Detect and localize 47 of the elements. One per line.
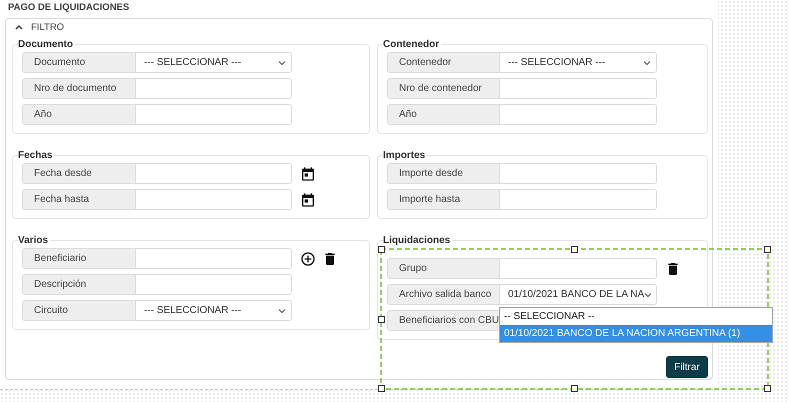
field-label: Descripción	[22, 274, 135, 295]
select-field[interactable]: --- SELECCIONAR ---	[499, 52, 657, 73]
field-label: Nro de documento	[22, 78, 135, 99]
select-field[interactable]: --- SELECCIONAR ---	[135, 300, 292, 321]
field-label: Fecha desde	[22, 163, 135, 184]
field-label: Archivo salida banco	[387, 284, 499, 305]
filter-button[interactable]: Filtrar	[666, 356, 708, 378]
field-label: Fecha hasta	[22, 189, 135, 210]
chevron-down-icon[interactable]	[278, 308, 286, 314]
section-title: Documento	[18, 39, 74, 50]
add-icon[interactable]	[300, 250, 316, 266]
section-title: Varios	[18, 235, 50, 246]
calendar-icon[interactable]	[300, 192, 316, 208]
field-label: Importe hasta	[387, 189, 499, 210]
input-field[interactable]	[499, 189, 657, 210]
field-label: Año	[387, 104, 499, 125]
input-field[interactable]	[499, 163, 657, 184]
field-label: Grupo	[387, 258, 499, 279]
input-field[interactable]	[135, 189, 292, 210]
field-label: Nro de contenedor	[387, 78, 499, 99]
field-label: Beneficiario	[22, 248, 135, 269]
field-label: Contenedor	[387, 52, 499, 73]
chevron-down-icon[interactable]	[644, 292, 652, 298]
input-field[interactable]	[135, 274, 292, 295]
calendar-icon[interactable]	[300, 166, 316, 182]
section-title: Importes	[383, 150, 426, 161]
input-field[interactable]	[499, 104, 657, 125]
field-label: Documento	[22, 52, 135, 73]
collapse-icon[interactable]	[15, 24, 23, 30]
section-title: Contenedor	[383, 39, 440, 50]
filter-header[interactable]: FILTRO	[31, 22, 64, 32]
input-field[interactable]	[135, 163, 292, 184]
input-field[interactable]	[499, 78, 657, 99]
input-field[interactable]	[135, 78, 292, 99]
input-field[interactable]	[135, 248, 292, 269]
field-label: Beneficiarios con CBU	[387, 310, 499, 331]
input-field[interactable]	[135, 104, 292, 125]
chevron-down-icon[interactable]	[278, 60, 286, 66]
page-title: PAGO DE LIQUIDACIONES	[7, 2, 130, 15]
select-field[interactable]: --- SELECCIONAR ---	[135, 52, 292, 73]
section-title: Liquidaciones	[383, 235, 452, 246]
chevron-down-icon[interactable]	[643, 60, 651, 66]
field-label: Importe desde	[387, 163, 499, 184]
field-label: Año	[22, 104, 135, 125]
section-title: Fechas	[18, 150, 54, 161]
input-field[interactable]	[499, 258, 657, 279]
field-label: Circuito	[22, 300, 135, 321]
